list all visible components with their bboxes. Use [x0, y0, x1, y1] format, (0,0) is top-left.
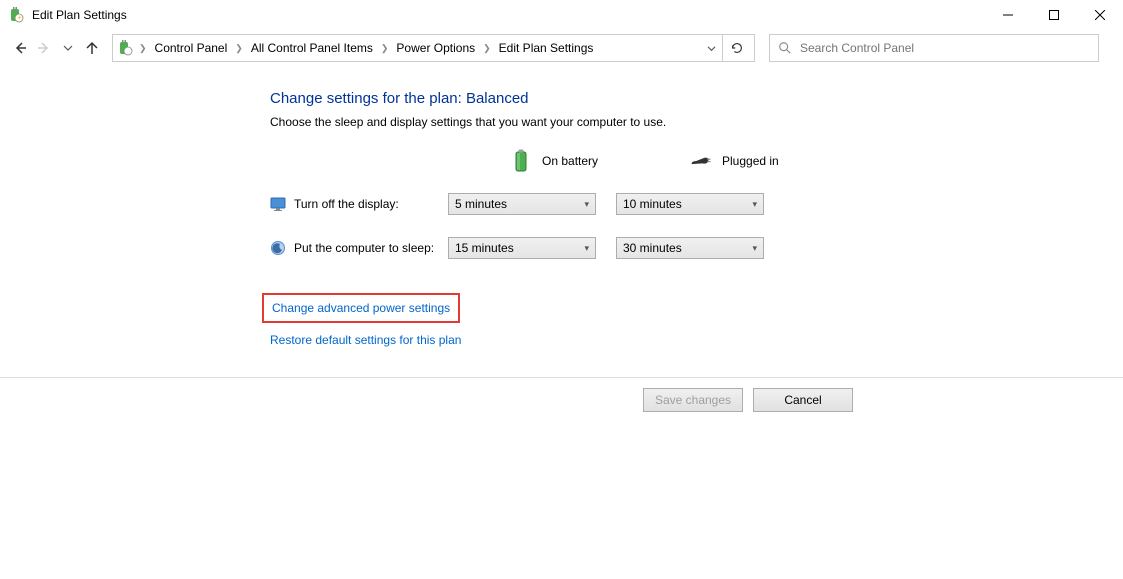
chevron-right-icon[interactable]: ❯: [137, 43, 149, 54]
sleep-icon: [270, 240, 286, 256]
chevron-right-icon[interactable]: ❯: [233, 43, 245, 54]
turn-off-display-row: Turn off the display: 5 minutes ▾ 10 min…: [270, 193, 1103, 215]
power-options-icon: [117, 40, 133, 56]
minimize-button[interactable]: [985, 0, 1031, 30]
plugged-in-label: Plugged in: [722, 154, 779, 168]
column-headers: On battery Plugged in: [448, 149, 1103, 173]
plug-icon: [690, 149, 712, 173]
up-button[interactable]: [82, 38, 102, 58]
recent-locations-button[interactable]: [58, 38, 78, 58]
breadcrumb-item[interactable]: Control Panel: [151, 41, 232, 55]
breadcrumb-item[interactable]: Power Options: [392, 41, 479, 55]
search-box[interactable]: [769, 34, 1099, 62]
power-options-icon: [8, 7, 24, 23]
plugged-in-header: Plugged in: [690, 149, 846, 173]
address-dropdown-button[interactable]: [702, 38, 720, 58]
display-battery-dropdown[interactable]: 5 minutes ▾: [448, 193, 596, 215]
display-label: Turn off the display:: [294, 197, 448, 211]
sleep-label: Put the computer to sleep:: [294, 241, 448, 255]
breadcrumb-item[interactable]: Edit Plan Settings: [495, 41, 598, 55]
chevron-down-icon: ▾: [584, 243, 589, 254]
page-subtext: Choose the sleep and display settings th…: [270, 115, 1103, 129]
on-battery-header: On battery: [510, 149, 666, 173]
sleep-plugged-dropdown[interactable]: 30 minutes ▾: [616, 237, 764, 259]
search-input[interactable]: [800, 41, 1090, 55]
address-bar[interactable]: ❯ Control Panel ❯ All Control Panel Item…: [112, 34, 755, 62]
advanced-settings-link[interactable]: Change advanced power settings: [262, 293, 460, 323]
chevron-down-icon: ▾: [752, 243, 757, 254]
refresh-button[interactable]: [722, 35, 750, 61]
sleep-row: Put the computer to sleep: 15 minutes ▾ …: [270, 237, 1103, 259]
forward-button[interactable]: [34, 38, 54, 58]
maximize-button[interactable]: [1031, 0, 1077, 30]
content-area: Change settings for the plan: Balanced C…: [0, 66, 1123, 361]
display-plugged-dropdown[interactable]: 10 minutes ▾: [616, 193, 764, 215]
window-title: Edit Plan Settings: [32, 8, 127, 22]
back-button[interactable]: [10, 38, 30, 58]
battery-icon: [510, 149, 532, 173]
button-bar: Save changes Cancel: [0, 377, 1123, 412]
chevron-down-icon: ▾: [584, 199, 589, 210]
save-button[interactable]: Save changes: [643, 388, 743, 412]
chevron-right-icon[interactable]: ❯: [379, 43, 391, 54]
page-heading: Change settings for the plan: Balanced: [270, 90, 1103, 107]
titlebar: Edit Plan Settings: [0, 0, 1123, 30]
window-controls: [985, 0, 1123, 30]
links-section: Change advanced power settings Restore d…: [270, 293, 1103, 361]
chevron-down-icon: ▾: [752, 199, 757, 210]
cancel-button[interactable]: Cancel: [753, 388, 853, 412]
search-icon: [778, 41, 792, 55]
sleep-battery-dropdown[interactable]: 15 minutes ▾: [448, 237, 596, 259]
navigation-bar: ❯ Control Panel ❯ All Control Panel Item…: [0, 30, 1123, 66]
display-icon: [270, 196, 286, 212]
close-button[interactable]: [1077, 0, 1123, 30]
breadcrumb-item[interactable]: All Control Panel Items: [247, 41, 377, 55]
restore-defaults-link[interactable]: Restore default settings for this plan: [270, 333, 461, 347]
chevron-right-icon[interactable]: ❯: [481, 43, 493, 54]
on-battery-label: On battery: [542, 154, 598, 168]
